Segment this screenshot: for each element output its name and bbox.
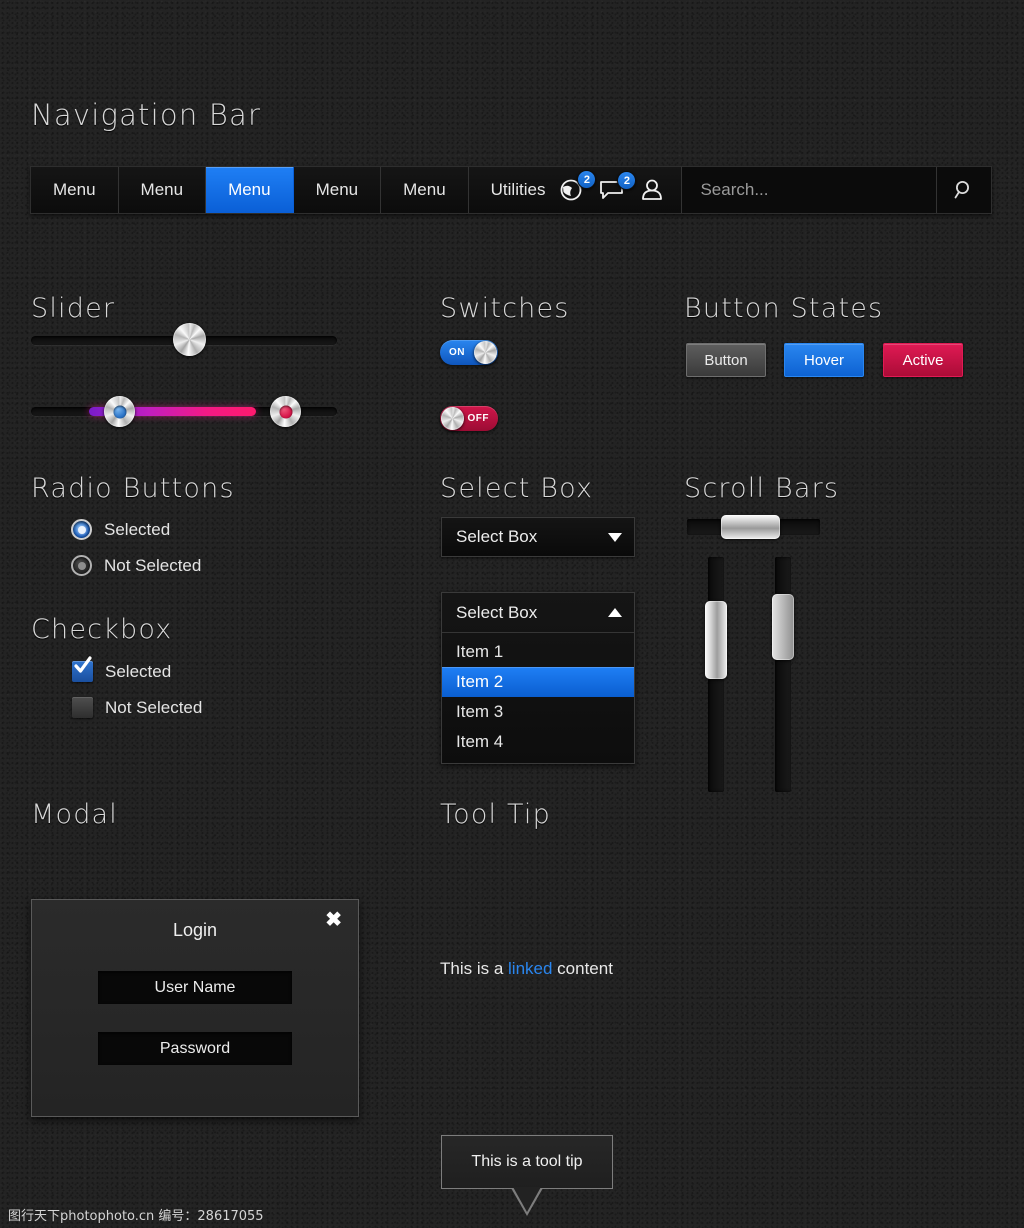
tooltip-bubble: This is a tool tip bbox=[441, 1135, 613, 1216]
search-icon bbox=[954, 181, 969, 199]
globe-icon[interactable]: 2 bbox=[559, 170, 597, 203]
nav-item-menu-1[interactable]: Menu bbox=[31, 167, 119, 213]
select-box-open-label: Select Box bbox=[456, 602, 538, 622]
nav-item-menu-4[interactable]: Menu bbox=[294, 167, 382, 213]
search-button[interactable] bbox=[937, 167, 991, 213]
radio-not-selected-label: Not Selected bbox=[104, 555, 202, 575]
button-states-heading: Button States bbox=[684, 293, 884, 324]
radio-inner-dot bbox=[77, 525, 86, 534]
tool-tip-heading: Tool Tip bbox=[440, 799, 551, 830]
radio-option-selected[interactable]: Selected bbox=[71, 519, 170, 540]
nav-utilities-group: Utilities 2 2 bbox=[469, 167, 683, 213]
scrollbar-vertical-left-thumb[interactable] bbox=[705, 601, 727, 679]
select-box-heading: Select Box bbox=[440, 473, 594, 504]
checkbox-not-selected-label: Not Selected bbox=[105, 697, 203, 717]
switch-off[interactable]: OFF bbox=[440, 406, 498, 431]
checkbox-selected-label: Selected bbox=[105, 661, 172, 681]
radio-inner-dot bbox=[77, 561, 86, 570]
select-option-item-2[interactable]: Item 2 bbox=[442, 667, 634, 697]
switch-on-knob[interactable] bbox=[474, 341, 497, 364]
radio-selected-icon[interactable] bbox=[71, 519, 92, 540]
password-placeholder: Password bbox=[159, 1039, 231, 1057]
checkbox-not-selected-icon[interactable] bbox=[72, 697, 93, 718]
switches-heading: Switches bbox=[440, 293, 570, 324]
search-input[interactable]: Search... bbox=[682, 167, 937, 213]
search-placeholder: Search... bbox=[700, 180, 769, 199]
tooltip-caption: This is a linked content bbox=[440, 959, 613, 979]
caption-before: This is a bbox=[440, 959, 509, 978]
nav-utilities-label[interactable]: Utilities bbox=[491, 180, 546, 200]
checkbox-selected-icon[interactable] bbox=[72, 656, 93, 682]
tooltip-tail-fill bbox=[513, 1187, 541, 1212]
user-icon[interactable] bbox=[639, 178, 665, 202]
modal-heading: Modal bbox=[31, 799, 118, 830]
switch-on[interactable]: ON bbox=[440, 340, 498, 365]
navigation-bar: Menu Menu Menu Menu Menu Utilities 2 2 S… bbox=[30, 166, 992, 214]
select-option-item-4[interactable]: Item 4 bbox=[442, 727, 634, 757]
scrollbar-horizontal-thumb[interactable] bbox=[721, 515, 780, 539]
select-option-item-1[interactable]: Item 1 bbox=[442, 637, 634, 667]
navigation-bar-heading: Navigation Bar bbox=[31, 98, 262, 132]
checkbox-heading: Checkbox bbox=[31, 614, 173, 645]
button-active[interactable]: Active bbox=[883, 343, 963, 377]
select-box-closed[interactable]: Select Box bbox=[441, 517, 635, 557]
button-hover[interactable]: Hover bbox=[784, 343, 864, 377]
modal-title: Login bbox=[172, 920, 218, 940]
scrollbar-horizontal[interactable] bbox=[687, 515, 820, 539]
switch-off-knob[interactable] bbox=[441, 407, 464, 430]
modal-dialog: ✖ Login User Name Password bbox=[31, 899, 359, 1117]
slider-single[interactable] bbox=[31, 323, 337, 356]
caption-after: content bbox=[552, 959, 613, 978]
select-box-option-list: Item 1 Item 2 Item 3 Item 4 bbox=[442, 633, 634, 763]
message-icon[interactable]: 2 bbox=[599, 171, 637, 202]
switch-on-label: ON bbox=[449, 347, 465, 358]
slider-range[interactable] bbox=[31, 396, 337, 427]
slider-handle-start-dot bbox=[113, 405, 126, 418]
slider-range-handle-end[interactable] bbox=[270, 396, 301, 427]
caption-link[interactable]: linked bbox=[508, 959, 552, 978]
nav-item-menu-3-active[interactable]: Menu bbox=[206, 167, 294, 213]
password-field[interactable]: Password bbox=[98, 1032, 292, 1065]
select-option-item-3[interactable]: Item 3 bbox=[442, 697, 634, 727]
select-box-open-header[interactable]: Select Box bbox=[442, 593, 634, 633]
radio-not-selected-icon[interactable] bbox=[71, 555, 92, 576]
slider-heading: Slider bbox=[31, 293, 116, 324]
ui-kit-page: Navigation Bar Menu Menu Menu Menu Menu … bbox=[0, 0, 1024, 1228]
slider-range-handle-start[interactable] bbox=[104, 396, 135, 427]
tooltip-text: This is a tool tip bbox=[471, 1153, 583, 1170]
select-box-closed-label: Select Box bbox=[456, 527, 538, 546]
chevron-down-icon bbox=[608, 532, 622, 542]
check-icon bbox=[74, 656, 92, 673]
scroll-bars-heading: Scroll Bars bbox=[684, 473, 840, 504]
scrollbar-vertical-left[interactable] bbox=[705, 557, 727, 792]
radio-option-not-selected[interactable]: Not Selected bbox=[71, 555, 201, 576]
scrollbar-vertical-right-track[interactable] bbox=[775, 557, 791, 792]
chevron-up-icon bbox=[608, 608, 622, 617]
nav-item-menu-5[interactable]: Menu bbox=[381, 167, 469, 213]
scrollbar-vertical-right[interactable] bbox=[772, 557, 794, 792]
switch-off-label: OFF bbox=[467, 413, 489, 424]
username-placeholder: User Name bbox=[154, 978, 236, 996]
scrollbar-vertical-right-thumb[interactable] bbox=[772, 594, 794, 660]
checkbox-option-not-selected[interactable]: Not Selected bbox=[72, 697, 202, 718]
radio-buttons-heading: Radio Buttons bbox=[31, 473, 235, 504]
nav-item-menu-2[interactable]: Menu bbox=[119, 167, 207, 213]
globe-badge: 2 bbox=[577, 170, 597, 189]
slider-handle[interactable] bbox=[173, 323, 206, 356]
slider-handle-end-dot bbox=[279, 405, 292, 418]
username-field[interactable]: User Name bbox=[98, 971, 292, 1004]
close-icon[interactable]: ✖ bbox=[325, 910, 342, 930]
watermark-text: 图行天下photophoto.cn 编号：28617055 bbox=[8, 1209, 264, 1224]
select-box-open: Select Box Item 1 Item 2 Item 3 Item 4 bbox=[441, 592, 635, 764]
checkbox-option-selected[interactable]: Selected bbox=[72, 656, 172, 682]
message-badge: 2 bbox=[617, 171, 637, 190]
button-normal[interactable]: Button bbox=[686, 343, 766, 377]
radio-selected-label: Selected bbox=[104, 519, 171, 539]
